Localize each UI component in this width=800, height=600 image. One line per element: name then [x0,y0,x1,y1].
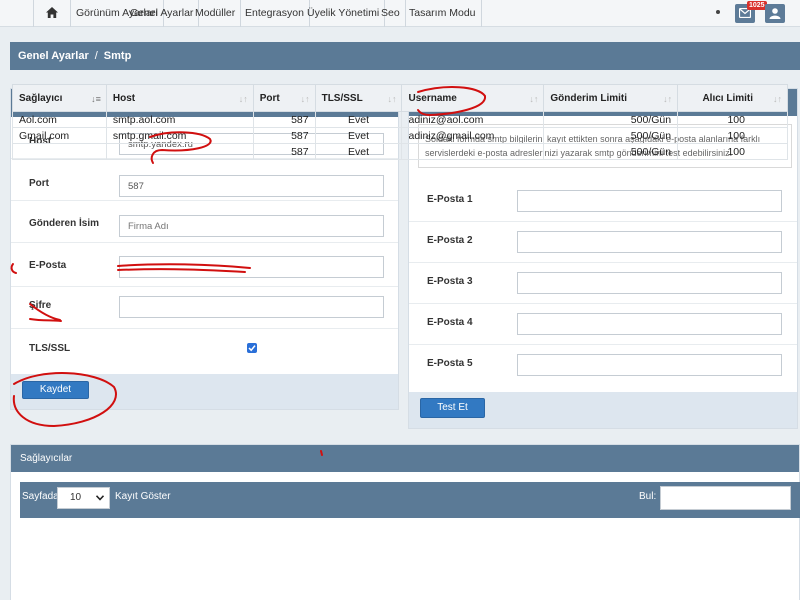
breadcrumb: Genel Ayarlar / Smtp [10,42,800,70]
table-row: Gmail.com smtp.gmail.com 587 Evet adiniz… [12,127,788,144]
breadcrumb-current: Smtp [103,50,132,62]
page-size-value: 10 [70,492,82,503]
nav-genel-ayarlar[interactable]: Genel Ayarlar [125,0,200,27]
user-icon [769,8,781,19]
messages-button[interactable]: 1025 [735,1,767,23]
nav-uyelik-yonetimi[interactable]: Üyelik Yönetimi [302,0,386,27]
providers-panel: Sağlayıcılar Sayfada 10 Kayıt Göster Bul… [10,444,800,600]
nav-moduller[interactable]: Modüller [190,0,242,27]
password-input[interactable] [119,296,384,318]
tls-row: TLS/SSL [11,329,398,375]
search-input[interactable] [660,486,791,510]
chevron-down-icon [96,495,104,501]
test-email5-label: E-Posta 5 [427,358,473,369]
test-email1-label: E-Posta 1 [427,194,473,205]
port-row: Port [11,159,398,201]
providers-table: Sağlayıcı ↓≡ Host ↓↑ Port ↓↑ TLS/SSL ↓↑ User… [12,84,788,160]
col-port[interactable]: Port ↓↑ [252,84,316,112]
port-label: Port [29,178,49,189]
sender-label: Gönderen İsim [29,218,100,229]
home-icon [46,6,58,18]
sort-asc-icon: ↓≡ [91,94,101,104]
test-email3-label: E-Posta 3 [427,276,473,287]
nav-tasarim-modu[interactable]: Tasarım Modu [404,0,482,27]
mail-badge: 1025 [747,1,767,10]
test-email4-row: E-Posta 4 [409,304,797,345]
breadcrumb-parent[interactable]: Genel Ayarlar [18,50,89,62]
top-navbar: Görünüm Ayarları Genel Ayarlar Modüller … [0,0,800,27]
sort-icon: ↓↑ [238,94,248,104]
test-email5-input[interactable] [517,354,782,376]
save-button[interactable]: Kaydet [22,381,89,399]
table-row: 587 Evet 500/Gün 100 [12,143,788,160]
user-button[interactable] [765,4,785,23]
smtp-test-footer: Test Et [409,392,797,428]
nav-entegrasyon[interactable]: Entegrasyon [240,0,310,27]
sort-icon: ↓↑ [663,94,673,104]
home-button[interactable] [33,0,71,27]
test-email3-input[interactable] [517,272,782,294]
tls-label: TLS/SSL [29,343,71,354]
providers-title: Sağlayıcılar [11,445,799,472]
col-username[interactable]: Username ↓↑ [401,84,545,112]
page-size-suffix: Kayıt Göster [115,491,171,502]
test-email3-row: E-Posta 3 [409,263,797,304]
breadcrumb-separator: / [94,50,98,62]
test-email2-row: E-Posta 2 [409,222,797,263]
table-header-row: Sağlayıcı ↓≡ Host ↓↑ Port ↓↑ TLS/SSL ↓↑ User… [12,84,788,112]
search-label: Bul: [639,491,657,502]
email-input[interactable] [119,256,384,278]
test-email1-row: E-Posta 1 [409,181,797,222]
status-dot [716,10,720,14]
providers-toolbar: Sayfada 10 Kayıt Göster Bul: [20,482,800,518]
sort-icon: ↓↑ [529,94,539,104]
sort-icon: ↓↑ [300,94,310,104]
test-email2-input[interactable] [517,231,782,253]
table-row: Aol.com smtp.aol.com 587 Evet adiniz@aol… [12,111,788,128]
nav-seo[interactable]: Seo [376,0,406,27]
test-email4-input[interactable] [517,313,782,335]
col-recipient-limit[interactable]: Alıcı Limiti ↓↑ [677,84,788,112]
test-button[interactable]: Test Et [420,398,485,418]
email-row: E-Posta [11,243,398,287]
test-email1-input[interactable] [517,190,782,212]
col-host[interactable]: Host ↓↑ [105,84,254,112]
col-send-limit[interactable]: Gönderim Limiti ↓↑ [543,84,679,112]
col-provider[interactable]: Sağlayıcı ↓≡ [12,84,107,112]
sender-row: Gönderen İsim [11,201,398,243]
password-label: Şifre [29,300,52,311]
sort-icon: ↓↑ [387,94,397,104]
page-size-prefix: Sayfada [22,491,59,502]
test-email5-row: E-Posta 5 [409,345,797,386]
smtp-settings-footer: Kaydet [11,374,398,409]
sort-icon: ↓↑ [773,94,782,104]
sender-input[interactable] [119,215,384,237]
test-email2-label: E-Posta 2 [427,235,473,246]
tls-checkbox[interactable] [247,343,257,353]
port-input[interactable] [119,175,384,197]
email-label: E-Posta [29,260,67,271]
page-size-select[interactable]: 10 [57,487,110,509]
col-tls[interactable]: TLS/SSL ↓↑ [314,84,403,112]
check-icon [248,345,256,352]
password-row: Şifre [11,287,398,329]
test-email4-label: E-Posta 4 [427,317,473,328]
